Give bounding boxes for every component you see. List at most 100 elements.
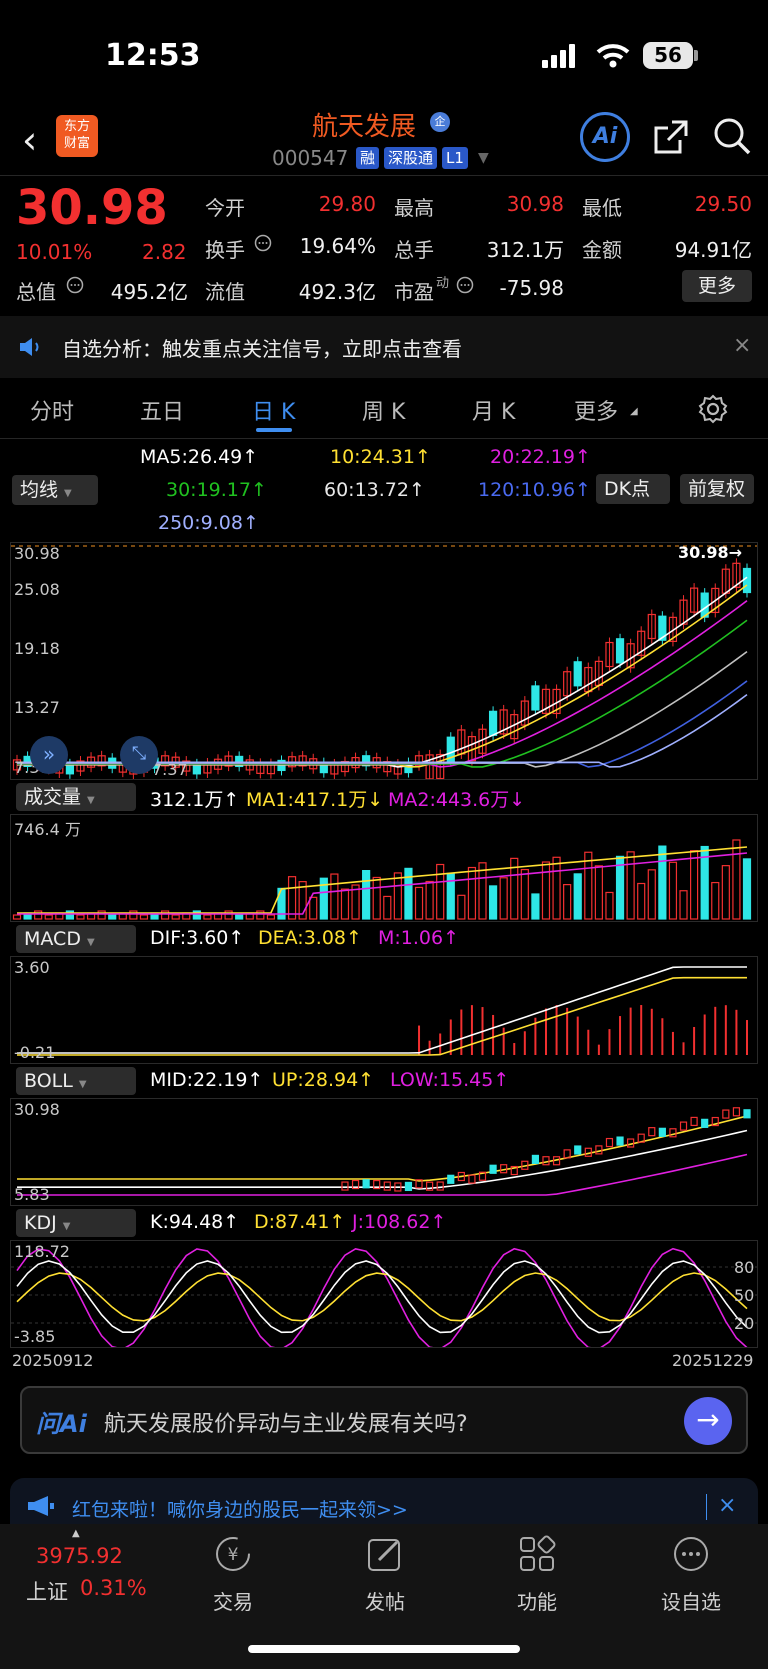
info-icon[interactable] (456, 276, 474, 294)
volume-bar (287, 876, 297, 920)
volume-bar (76, 914, 85, 920)
tab-daily-k[interactable]: 日 K (252, 394, 295, 426)
trade-icon: ¥ (216, 1537, 250, 1571)
boll-mid-line (17, 1129, 748, 1190)
turnover-label: 换手 (205, 238, 245, 262)
pe-value: -75.98 (499, 276, 564, 300)
open-label: 今开 (205, 196, 245, 220)
macd-m: M:1.06↑ (378, 927, 460, 949)
volume-bar (584, 851, 593, 920)
notice-text[interactable]: 自选分析：触发重点关注信号，立即点击查看 (62, 333, 462, 362)
boll-candle (468, 1174, 476, 1184)
boll-low-line (17, 1153, 748, 1196)
ai-question-text[interactable]: 航天发展股价异动与主业发展有关吗? (104, 1406, 468, 1438)
boll-candle (690, 1116, 698, 1127)
tab-weekly-k[interactable]: 周 K (362, 394, 405, 426)
promo-text[interactable]: 红包来啦！喊你身边的股民一起来领>> (72, 1495, 408, 1522)
app-logo[interactable]: 东方 财富 (56, 115, 98, 157)
boll-chart[interactable] (10, 1098, 758, 1206)
chevron-down-icon[interactable]: ▼ (478, 150, 489, 166)
macd-chart[interactable] (10, 956, 758, 1064)
fullscreen-icon[interactable]: ⤡ (120, 736, 158, 774)
index-percent[interactable]: 0.31% (80, 1576, 147, 1600)
tab-monthly-k[interactable]: 月 K (472, 394, 515, 426)
index-value[interactable]: 3975.92 (36, 1544, 123, 1568)
macd-dea-line (17, 976, 747, 1056)
kdj-selector[interactable]: KDJ ▼ (16, 1209, 136, 1237)
more-button[interactable]: 更多 (682, 270, 752, 302)
battery-tip (694, 50, 698, 61)
nav-post[interactable]: 发帖 (335, 1534, 435, 1615)
volume-ma2: MA2:443.6万↓ (388, 789, 526, 811)
volume-bar (647, 869, 656, 920)
kdj-level-80: 80 (734, 1258, 755, 1277)
turnover-value: 19.64% (299, 234, 376, 258)
volume-bar (658, 845, 667, 920)
wifi-icon (596, 44, 630, 68)
adjust-button[interactable]: 前复权 (680, 474, 754, 504)
volume-selector[interactable]: 成交量 ▼ (16, 783, 136, 811)
volume-bar (711, 881, 720, 920)
caret-up-icon: ▲ (72, 1528, 80, 1539)
indicator-selector[interactable]: 均线 ▼ (12, 475, 98, 505)
volume-bar (393, 872, 402, 920)
stock-name[interactable]: 航天发展 (312, 106, 416, 143)
arrow-right-icon[interactable]: → (684, 1397, 732, 1445)
more-dots-icon (674, 1537, 708, 1571)
volume-bar (721, 865, 730, 920)
volume-bar (520, 868, 529, 920)
volume-bar (679, 890, 688, 920)
boll-candle (383, 1181, 391, 1191)
close-icon[interactable]: × (718, 1493, 736, 1518)
change-percent: 10.01% (16, 240, 93, 264)
info-icon[interactable] (66, 276, 84, 294)
share-icon[interactable] (652, 118, 690, 156)
market-cap-value: 495.2亿 (110, 280, 188, 304)
float-cap-value: 492.3亿 (298, 280, 376, 304)
nav-watchlist[interactable]: 设自选 (641, 1534, 741, 1615)
chevron-down-icon: ▼ (78, 1079, 87, 1090)
volume-bar (235, 914, 244, 920)
nav-functions[interactable]: 功能 (487, 1534, 587, 1615)
tab-intraday[interactable]: 分时 (30, 394, 74, 426)
boll-candle (447, 1174, 455, 1184)
volume-bar (488, 885, 498, 920)
dk-point-button[interactable]: DK点 (596, 474, 670, 504)
expand-left-icon[interactable]: » (30, 736, 68, 774)
boll-candle (595, 1145, 603, 1155)
boll-min-label: 5.83 (14, 1185, 50, 1204)
kdj-chart[interactable] (10, 1240, 758, 1351)
boll-selector[interactable]: BOLL ▼ (16, 1067, 136, 1095)
pe-superscript: 动 (436, 276, 450, 291)
boll-candle (605, 1137, 614, 1148)
pe-label: 市盈 (394, 280, 434, 304)
boll-candle (648, 1127, 656, 1137)
volume-bar (108, 914, 117, 920)
volume-bar (383, 895, 392, 920)
volume-bar (171, 914, 180, 920)
macd-dif-line (17, 966, 747, 1054)
ai-assistant-button[interactable]: Ai (580, 112, 630, 162)
back-icon[interactable]: ‹ (22, 118, 37, 162)
volume-bar (309, 896, 318, 920)
search-icon[interactable] (712, 116, 752, 156)
kdj-level-20: 20 (734, 1314, 755, 1333)
tab-more[interactable]: 更多 (574, 394, 618, 426)
macd-selector[interactable]: MACD ▼ (16, 925, 136, 953)
close-icon[interactable]: × (733, 333, 751, 358)
volume-bar (12, 914, 22, 920)
info-icon[interactable] (254, 234, 272, 252)
kdj-d-line (16, 1272, 748, 1322)
volume-bar (340, 888, 350, 920)
index-name[interactable]: 上证 (26, 1576, 68, 1606)
kline-label-2: 25.08 (14, 580, 60, 599)
volume-label: 总手 (394, 238, 434, 262)
nav-trade[interactable]: ¥ 交易 (183, 1534, 283, 1615)
open-value: 29.80 (318, 192, 376, 216)
volume-chart[interactable] (10, 814, 758, 922)
boll-candle (616, 1136, 624, 1146)
status-time: 12:53 (105, 38, 201, 73)
tab-five-day[interactable]: 五日 (140, 394, 184, 426)
gear-icon[interactable] (698, 394, 728, 424)
stock-code[interactable]: 000547 (272, 146, 348, 170)
